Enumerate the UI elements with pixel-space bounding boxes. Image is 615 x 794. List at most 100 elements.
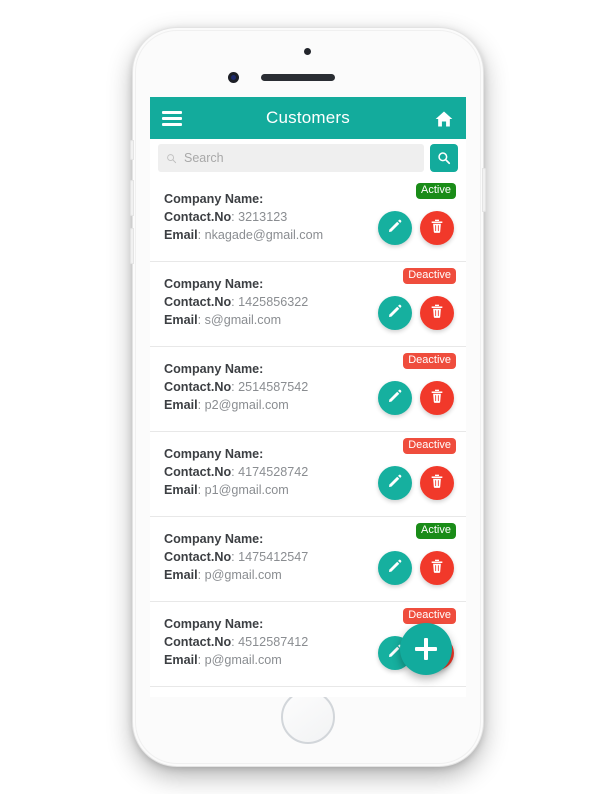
company-label: Company Name:: [164, 617, 264, 631]
status-badge: Deactive: [403, 353, 456, 370]
contact-label: Contact.No: [164, 464, 232, 479]
search-icon: [438, 152, 451, 165]
email-value: p1@gmail.com: [204, 482, 289, 497]
home-icon[interactable]: [434, 109, 454, 127]
row-actions: [378, 296, 454, 330]
status-badge: Deactive: [403, 608, 456, 625]
delete-customer-button[interactable]: [420, 211, 454, 245]
email-separator: :: [197, 397, 205, 412]
row-actions: [378, 381, 454, 415]
email-value: nkagade@gmail.com: [204, 227, 324, 242]
email-separator: :: [197, 567, 205, 582]
contact-line: Contact.No: 2514587542: [164, 379, 308, 397]
volume-down-button[interactable]: [130, 228, 134, 264]
customer-list[interactable]: Company Name: Contact.No: 3213123 Email: …: [150, 177, 466, 697]
contact-line: Contact.No: 1425856322: [164, 294, 308, 312]
search-placeholder: Search: [184, 151, 224, 165]
pencil-icon: [387, 388, 403, 409]
customer-row[interactable]: Company Name: Contact.No: 2514587542 Emai…: [150, 347, 466, 432]
customer-row[interactable]: Company Name: Contact.No: 1425856322 Emai…: [150, 262, 466, 347]
page-title: Customers: [266, 108, 350, 127]
email-value: p@gmail.com: [204, 652, 282, 667]
edit-customer-button[interactable]: [378, 551, 412, 585]
email-separator: :: [197, 312, 205, 327]
status-badge: Deactive: [403, 438, 456, 455]
email-label: Email: [164, 482, 198, 497]
contact-line: Contact.No: 3213123: [164, 209, 323, 227]
customer-row[interactable]: Company Name: Contact.No: 3213123 Email: …: [150, 177, 466, 262]
front-camera-icon: [228, 72, 239, 83]
search-input-wrapper[interactable]: Search: [158, 144, 424, 172]
trash-icon: [429, 218, 445, 239]
delete-customer-button[interactable]: [420, 296, 454, 330]
email-line: Email: p1@gmail.com: [164, 482, 308, 500]
company-line: Company Name:: [164, 276, 308, 294]
trash-icon: [429, 388, 445, 409]
pencil-icon: [387, 303, 403, 324]
power-button[interactable]: [482, 168, 486, 212]
email-separator: :: [197, 482, 205, 497]
home-button[interactable]: [281, 690, 335, 744]
email-label: Email: [164, 652, 198, 667]
customer-row[interactable]: Company Name: Contact.No: 4174528742 Emai…: [150, 432, 466, 517]
volume-up-button[interactable]: [130, 180, 134, 216]
email-line: Email: s@gmail.com: [164, 312, 308, 330]
delete-customer-button[interactable]: [420, 381, 454, 415]
contact-value: 4174528742: [238, 464, 309, 479]
delete-customer-button[interactable]: [420, 551, 454, 585]
row-actions: [378, 211, 454, 245]
screenshot-stage: Customers Search Company Name: Contact.N…: [0, 0, 615, 794]
email-value: p2@gmail.com: [204, 397, 289, 412]
company-label: Company Name:: [164, 447, 264, 461]
company-label: Company Name:: [164, 362, 264, 376]
add-customer-fab[interactable]: [400, 623, 452, 675]
email-label: Email: [164, 397, 198, 412]
search-bar: Search: [150, 139, 466, 177]
email-separator: :: [197, 652, 205, 667]
contact-value: 2514587542: [238, 379, 309, 394]
contact-value: 1475412547: [238, 549, 309, 564]
plus-icon: [424, 638, 428, 660]
email-line: Email: nkagade@gmail.com: [164, 227, 323, 245]
edit-customer-button[interactable]: [378, 296, 412, 330]
search-icon: [167, 153, 177, 163]
delete-customer-button[interactable]: [420, 466, 454, 500]
company-label: Company Name:: [164, 277, 264, 291]
trash-icon: [429, 303, 445, 324]
email-separator: :: [197, 227, 205, 242]
silent-switch[interactable]: [130, 140, 134, 160]
edit-customer-button[interactable]: [378, 381, 412, 415]
company-line: Company Name:: [164, 616, 308, 634]
app-bar: Customers: [150, 97, 466, 139]
hamburger-icon[interactable]: [162, 110, 182, 126]
email-label: Email: [164, 227, 198, 242]
status-badge: Deactive: [403, 268, 456, 285]
contact-value: 4512587412: [238, 634, 309, 649]
earpiece-speaker: [261, 74, 335, 81]
email-value: s@gmail.com: [204, 312, 282, 327]
company-label: Company Name:: [164, 192, 264, 206]
contact-line: Contact.No: 1475412547: [164, 549, 308, 567]
customer-details: Company Name: Contact.No: 1475412547 Emai…: [164, 531, 308, 585]
edit-customer-button[interactable]: [378, 211, 412, 245]
company-line: Company Name:: [164, 446, 308, 464]
customer-details: Company Name: Contact.No: 2514587542 Emai…: [164, 361, 308, 415]
row-actions: [378, 551, 454, 585]
trash-icon: [429, 473, 445, 494]
company-label: Company Name:: [164, 532, 264, 546]
company-line: Company Name:: [164, 191, 323, 209]
email-line: Email: p@gmail.com: [164, 567, 308, 585]
email-line: Email: p2@gmail.com: [164, 397, 308, 415]
company-line: Company Name:: [164, 361, 308, 379]
customer-row[interactable]: Company Name: Contact.No: 1475412547 Emai…: [150, 517, 466, 602]
customer-details: Company Name: Contact.No: 1425856322 Emai…: [164, 276, 308, 330]
contact-label: Contact.No: [164, 294, 232, 309]
edit-customer-button[interactable]: [378, 466, 412, 500]
contact-line: Contact.No: 4512587412: [164, 634, 308, 652]
customer-details: Company Name: Contact.No: 4512587412 Emai…: [164, 616, 308, 670]
pencil-icon: [387, 558, 403, 579]
search-button[interactable]: [430, 144, 458, 172]
row-actions: [378, 466, 454, 500]
email-value: p@gmail.com: [204, 567, 282, 582]
customer-details: Company Name: Contact.No: 3213123 Email: …: [164, 191, 323, 245]
